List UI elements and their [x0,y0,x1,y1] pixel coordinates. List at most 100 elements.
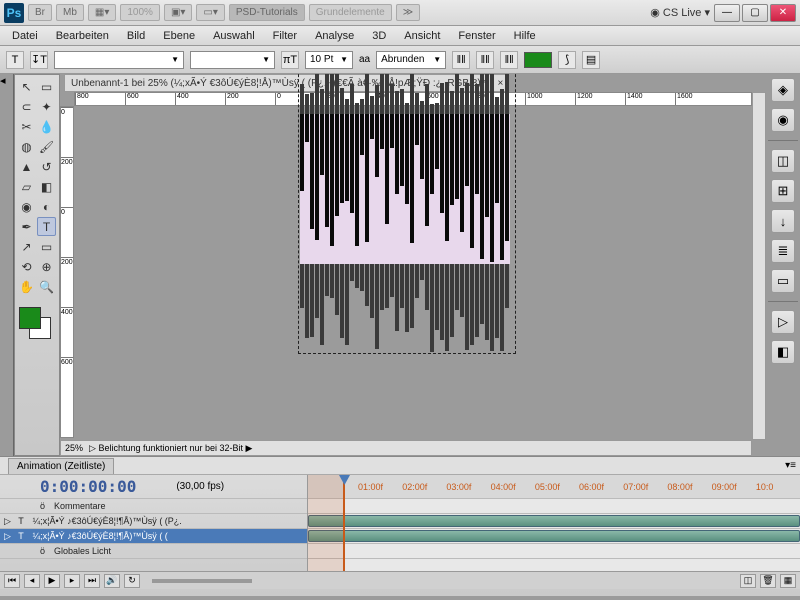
animation-tab[interactable]: Animation (Zeitliste) [8,458,114,474]
gradient-tool[interactable]: ◧ [37,177,56,196]
global-light-row[interactable]: ö Globales Licht [0,544,307,559]
track-layer-2[interactable] [308,529,800,544]
3d-tool[interactable]: ⟲ [17,257,36,276]
align-left-button[interactable]: ‖‖ [452,51,470,69]
tool-preset[interactable]: T [6,51,24,69]
crop-tool[interactable]: ✂ [17,117,36,136]
text-color-swatch[interactable] [524,52,552,68]
lasso-tool[interactable]: ⊂ [17,97,36,116]
prev-frame-button[interactable]: ◂ [24,574,40,588]
minibridge-button[interactable]: Mb [56,4,84,21]
zoom-tool[interactable]: 🔍 [37,277,56,296]
minimize-button[interactable]: — [714,4,740,22]
panel-icon-c[interactable]: ↓ [771,209,795,233]
close-button[interactable]: ✕ [770,4,796,22]
comments-row[interactable]: ö Kommentare [0,499,307,514]
menu-filter[interactable]: Filter [265,28,305,44]
panel-icon-f[interactable]: ◧ [771,340,795,364]
goto-start-button[interactable]: ⏮ [4,574,20,588]
shape-tool[interactable]: ▭ [37,237,56,256]
dodge-tool[interactable]: ◐ [37,197,56,216]
menu-analyse[interactable]: Analyse [307,28,362,44]
menu-bearbeiten[interactable]: Bearbeiten [48,28,117,44]
type-tool[interactable]: T [37,217,56,236]
stamp-tool[interactable]: ▲ [17,157,36,176]
play-icon[interactable]: ▷ [771,310,795,334]
align-right-button[interactable]: ‖‖ [500,51,518,69]
goto-end-button[interactable]: ⏭ [84,574,100,588]
color-icon[interactable]: ◉ [771,108,795,132]
delete-button[interactable]: 🗑 [760,574,776,588]
canvas-area: Unbenannt-1 bei 25% (¼;xÃ•Ý €3ôÚ€ýÈ8¦!Å)… [60,74,766,456]
panel-icon-a[interactable]: ◫ [771,149,795,173]
zoom-slider[interactable] [152,579,252,583]
cslive-button[interactable]: ◉ CS Live ▾ [650,6,710,19]
warp-text-button[interactable]: ⟆ [558,51,576,69]
workspace-psdtut[interactable]: PSD-Tutorials [229,4,305,21]
align-center-button[interactable]: ‖‖ [476,51,494,69]
antialias-dropdown[interactable]: Abrunden▼ [376,51,446,69]
maximize-button[interactable]: ▢ [742,4,768,22]
next-frame-button[interactable]: ▸ [64,574,80,588]
timeline-controls: ⏮ ◂ ▶ ▸ ⏭ 🔊 ↻ ◫ 🗑 ▦ [0,571,800,589]
blur-tool[interactable]: ◉ [17,197,36,216]
menu-ansicht[interactable]: Ansicht [396,28,448,44]
onion-button[interactable]: ◫ [740,574,756,588]
history-tool[interactable]: ↺ [37,157,56,176]
left-collapse[interactable]: ◂ [0,74,14,456]
panel-icon-d[interactable]: ≣ [771,239,795,263]
pen-tool[interactable]: ✒ [17,217,36,236]
loop-button[interactable]: ↻ [124,574,140,588]
track-comments [308,499,800,514]
work-area[interactable] [308,475,344,571]
menu-auswahl[interactable]: Auswahl [205,28,263,44]
zoom-indicator[interactable]: 100% [120,4,160,21]
brush-tool[interactable]: 🖌 [37,137,56,156]
panel-icon-e[interactable]: ▭ [771,269,795,293]
menu-datei[interactable]: Datei [4,28,46,44]
workspace-more[interactable]: ≫ [396,4,420,21]
menu-bild[interactable]: Bild [119,28,153,44]
font-family-dropdown[interactable]: ▼ [54,51,184,69]
panel-icon-b[interactable]: ⊞ [771,179,795,203]
path-tool[interactable]: ↗ [17,237,36,256]
canvas[interactable] [300,114,510,264]
aa-label: aa [359,54,370,65]
heal-tool[interactable]: ◍ [17,137,36,156]
font-size-dropdown[interactable]: 10 Pt▼ [305,51,353,69]
scroll-vertical[interactable] [752,92,766,440]
layer-row-2[interactable]: ▷ T ¼;x¦Ã•Ý ♪€3ôÚ€ýÈ8¦!¶Å)™Ùsÿ ( ( [0,529,307,544]
eraser-tool[interactable]: ▱ [17,177,36,196]
hand-tool[interactable]: ✋ [17,277,36,296]
audio-button[interactable]: 🔊 [104,574,120,588]
character-panel-button[interactable]: ▤ [582,51,600,69]
move-tool[interactable]: ↖ [17,77,36,96]
menu-hilfe[interactable]: Hilfe [506,28,544,44]
track-layer-1[interactable] [308,514,800,529]
bridge-button[interactable]: Br [28,4,52,21]
workspace-grund[interactable]: Grundelemente [309,4,392,21]
wand-tool[interactable]: ✦ [37,97,56,116]
color-swatches[interactable] [17,301,57,345]
eyedropper-tool[interactable]: 💧 [37,117,56,136]
arrange-button[interactable]: ▣▾ [164,4,192,21]
layers-icon[interactable]: ◈ [771,78,795,102]
menu-3d[interactable]: 3D [364,28,394,44]
frames-button[interactable]: ▦▾ [88,4,116,21]
screenmode-button[interactable]: ▭▾ [196,4,224,21]
menu-ebene[interactable]: Ebene [155,28,203,44]
play-button[interactable]: ▶ [44,574,60,588]
app-icon: Ps [4,3,24,23]
camera-tool[interactable]: ⊕ [37,257,56,276]
ruler-vertical: 02000200400600 [60,106,74,438]
fg-color[interactable] [19,307,41,329]
playhead[interactable] [344,475,345,571]
zoom-level[interactable]: 25% [65,443,83,453]
convert-button[interactable]: ▦ [780,574,796,588]
layer-row-1[interactable]: ▷ T ¼;x¦Ã•Ý ♪€3ôÚ€ýÈ8¦!¶Å)™Ùsÿ ( (P¿. [0,514,307,529]
orientation-button[interactable]: ↧T [30,51,48,69]
marquee-tool[interactable]: ▭ [37,77,56,96]
font-style-dropdown[interactable]: ▼ [190,51,275,69]
timeline-tracks[interactable]: 01:00f02:00f03:00f04:00f05:00f06:00f07:0… [308,475,800,571]
menu-fenster[interactable]: Fenster [450,28,503,44]
